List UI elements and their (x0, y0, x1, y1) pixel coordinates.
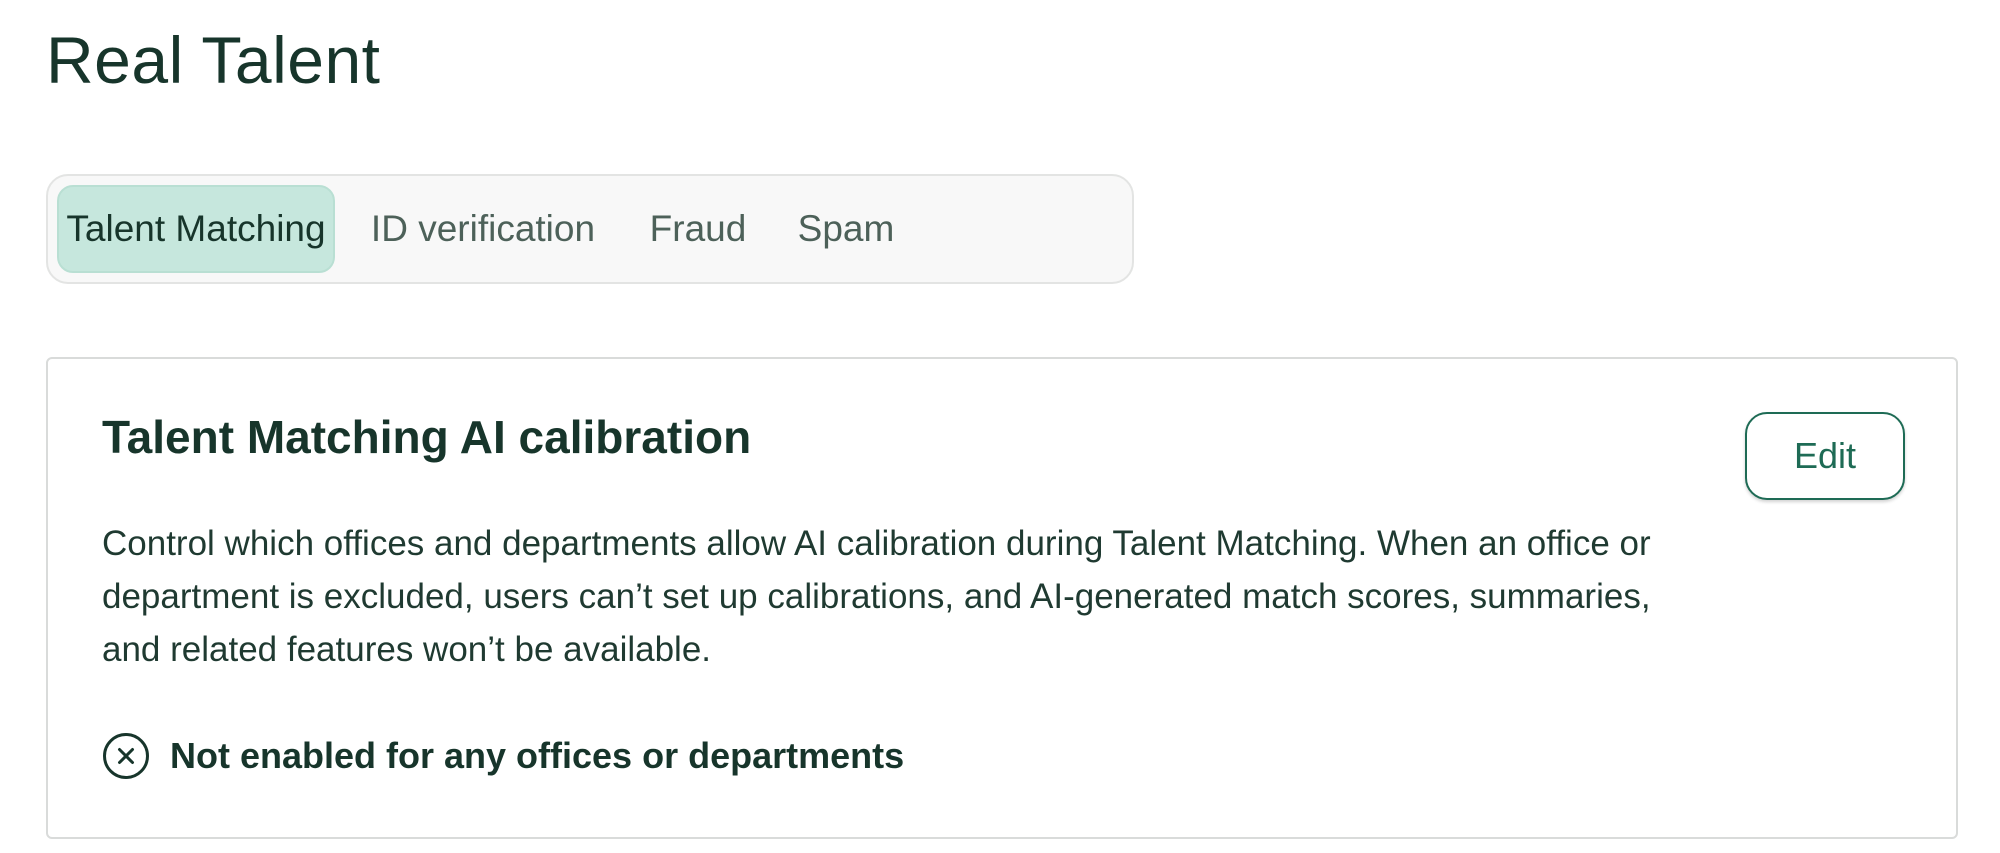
tab-id-verification[interactable]: ID verification (358, 185, 608, 273)
tab-talent-matching[interactable]: Talent Matching (57, 185, 335, 273)
tab-group: Talent Matching ID verification Fraud Sp… (46, 174, 1134, 284)
edit-button[interactable]: Edit (1745, 412, 1905, 500)
circle-x-icon (102, 732, 150, 780)
card-description: Control which offices and departments al… (102, 524, 1651, 669)
status-row: Not enabled for any offices or departmen… (102, 730, 904, 782)
ai-calibration-card: Talent Matching AI calibration Edit Cont… (46, 357, 1958, 839)
status-text: Not enabled for any offices or departmen… (170, 735, 905, 776)
tab-fraud[interactable]: Fraud (628, 185, 768, 273)
tab-spam[interactable]: Spam (781, 185, 911, 273)
page-title: Real Talent (46, 23, 381, 97)
card-title: Talent Matching AI calibration (102, 411, 752, 463)
